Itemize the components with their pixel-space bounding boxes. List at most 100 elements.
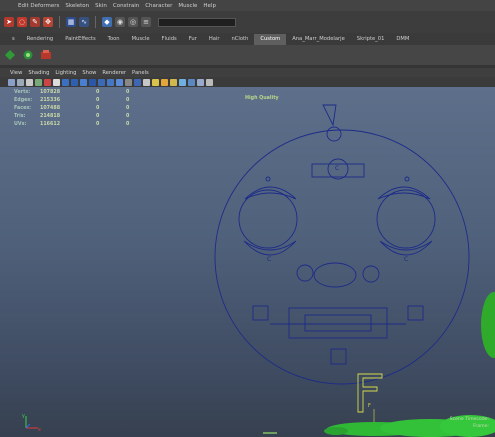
- menu-show[interactable]: Show: [82, 70, 96, 76]
- axis-indicator: y x: [22, 413, 41, 432]
- menu-lighting[interactable]: Lighting: [55, 70, 76, 76]
- lights-icon[interactable]: [89, 78, 96, 86]
- gate-mask-icon[interactable]: [188, 78, 195, 86]
- menu-help[interactable]: Help: [203, 3, 216, 9]
- tab-custom[interactable]: Custom: [254, 33, 287, 45]
- ao-icon[interactable]: [134, 78, 141, 86]
- c-label-upper: C: [335, 165, 339, 172]
- left-square-curve[interactable]: [252, 305, 269, 321]
- menu-panels[interactable]: Panels: [132, 70, 149, 76]
- xray-icon[interactable]: [107, 78, 114, 86]
- tab-hair[interactable]: Hair: [203, 34, 226, 45]
- lasso-icon[interactable]: ◌: [17, 17, 27, 27]
- nose-ellipse-curve[interactable]: [313, 262, 357, 288]
- command-input[interactable]: [158, 17, 236, 27]
- tab-muscle[interactable]: Muscle: [126, 34, 156, 45]
- right-eye-circle-curve[interactable]: [376, 189, 436, 249]
- safe-action-icon[interactable]: [206, 78, 213, 86]
- frame-label: Frame:: [473, 424, 489, 429]
- menu-skeleton[interactable]: Skeleton: [65, 3, 89, 9]
- paint-icon[interactable]: ✎: [30, 17, 40, 27]
- left-brow-curve[interactable]: [244, 186, 297, 200]
- tab-painteffects[interactable]: PaintEffects: [59, 34, 101, 45]
- right-square-curve[interactable]: [407, 305, 424, 321]
- render-icon[interactable]: ◉: [115, 17, 125, 27]
- isolate-icon[interactable]: [116, 78, 123, 86]
- light-bulb-icon[interactable]: [152, 78, 159, 86]
- mouth-rect-curve[interactable]: [288, 307, 388, 339]
- shelf-icon-1[interactable]: [4, 49, 16, 61]
- default-light-icon[interactable]: [170, 78, 177, 86]
- textured-icon[interactable]: [80, 78, 87, 86]
- menu-skin[interactable]: Skin: [95, 3, 107, 9]
- menu-muscle[interactable]: Muscle: [178, 3, 197, 9]
- menu-view[interactable]: View: [10, 70, 22, 76]
- curve-drawing: C C C F: [214, 104, 495, 437]
- hq-icon[interactable]: [125, 78, 132, 86]
- smooth-shade-icon[interactable]: [71, 78, 78, 86]
- viewport[interactable]: Verts: 107828 0 0 Edges: 215336 0 0 Face…: [0, 87, 495, 437]
- snap-grid-icon[interactable]: ▦: [66, 17, 76, 27]
- sun-icon[interactable]: [161, 78, 168, 86]
- left-nostril-circle-curve[interactable]: [296, 264, 314, 282]
- separator: [95, 16, 96, 28]
- tab-ana-marr-modelarje[interactable]: Ana_Marr_Modelarje: [286, 34, 351, 45]
- axis-x-label: x: [38, 427, 41, 432]
- right-brow-dot-curve[interactable]: [404, 176, 410, 182]
- tab-rendering[interactable]: Rendering: [21, 34, 60, 45]
- menu-shading[interactable]: Shading: [28, 70, 49, 76]
- left-eye-circle-curve[interactable]: [238, 189, 298, 249]
- shelf-icon-2[interactable]: [22, 49, 34, 61]
- tab-toon[interactable]: Toon: [102, 34, 126, 45]
- camera-attr-icon[interactable]: [17, 78, 24, 86]
- tab-ncloth[interactable]: nCloth: [225, 34, 254, 45]
- main-menubar: Edit Deformers Skeleton Skin Constrain C…: [0, 0, 495, 11]
- right-brow-curve[interactable]: [377, 186, 431, 200]
- wireframe-icon[interactable]: [62, 78, 69, 86]
- image-plane-icon[interactable]: [35, 78, 42, 86]
- c-label-right: C: [404, 256, 408, 263]
- panel-menubar: View Shading Lighting Show Renderer Pane…: [0, 68, 495, 77]
- render-settings-icon[interactable]: ≡: [141, 17, 151, 27]
- snap-curve-icon[interactable]: ∿: [79, 17, 89, 27]
- outer-circle-curve[interactable]: [214, 129, 470, 385]
- bookmark-icon[interactable]: [26, 78, 33, 86]
- shadows-icon[interactable]: [98, 78, 105, 86]
- grid-icon[interactable]: [44, 78, 51, 86]
- small-green-marker: [263, 432, 277, 434]
- timecode-label: Scene Timecode:: [449, 417, 489, 422]
- menu-edit-deformers[interactable]: Edit Deformers: [18, 3, 59, 9]
- snap-point-icon[interactable]: ◆: [102, 17, 112, 27]
- select-tool-icon[interactable]: ➤: [4, 17, 14, 27]
- f-label: F: [368, 403, 371, 409]
- motion-blur-icon[interactable]: [143, 78, 150, 86]
- shelf-tabs: s Rendering PaintEffects Toon Muscle Flu…: [0, 33, 495, 45]
- panel-toolbar: [0, 77, 495, 87]
- resolution-gate-icon[interactable]: [179, 78, 186, 86]
- shelf-icon-3[interactable]: [40, 49, 52, 61]
- camera-icon[interactable]: [8, 78, 15, 86]
- menu-constrain[interactable]: Constrain: [113, 3, 139, 9]
- film-gate-icon[interactable]: [53, 78, 60, 86]
- left-brow-dot-curve[interactable]: [265, 176, 271, 182]
- separator: [59, 16, 60, 28]
- menu-renderer[interactable]: Renderer: [102, 70, 126, 76]
- top-small-circle-curve[interactable]: [326, 126, 342, 142]
- menu-character[interactable]: Character: [145, 3, 172, 9]
- tab-skripte-01[interactable]: Skripte_01: [351, 34, 391, 45]
- top-triangle-curve[interactable]: [322, 104, 337, 127]
- field-chart-icon[interactable]: [197, 78, 204, 86]
- tab-fur[interactable]: Fur: [183, 34, 203, 45]
- axis-y-label: y: [22, 413, 25, 419]
- tab-fluids[interactable]: Fluids: [156, 34, 183, 45]
- shelf: [0, 45, 495, 65]
- chin-square-curve[interactable]: [330, 348, 347, 365]
- mouth-inner-rect-curve[interactable]: [304, 314, 372, 332]
- right-nostril-circle-curve[interactable]: [362, 265, 380, 283]
- ipr-render-icon[interactable]: ◎: [128, 17, 138, 27]
- tab-dmm[interactable]: DMM: [390, 34, 415, 45]
- c-label-left: C: [267, 256, 271, 263]
- move-icon[interactable]: ✥: [43, 17, 53, 27]
- tab-s[interactable]: s: [6, 34, 21, 45]
- status-line: ➤ ◌ ✎ ✥ ▦ ∿ ◆ ◉ ◎ ≡: [0, 11, 495, 33]
